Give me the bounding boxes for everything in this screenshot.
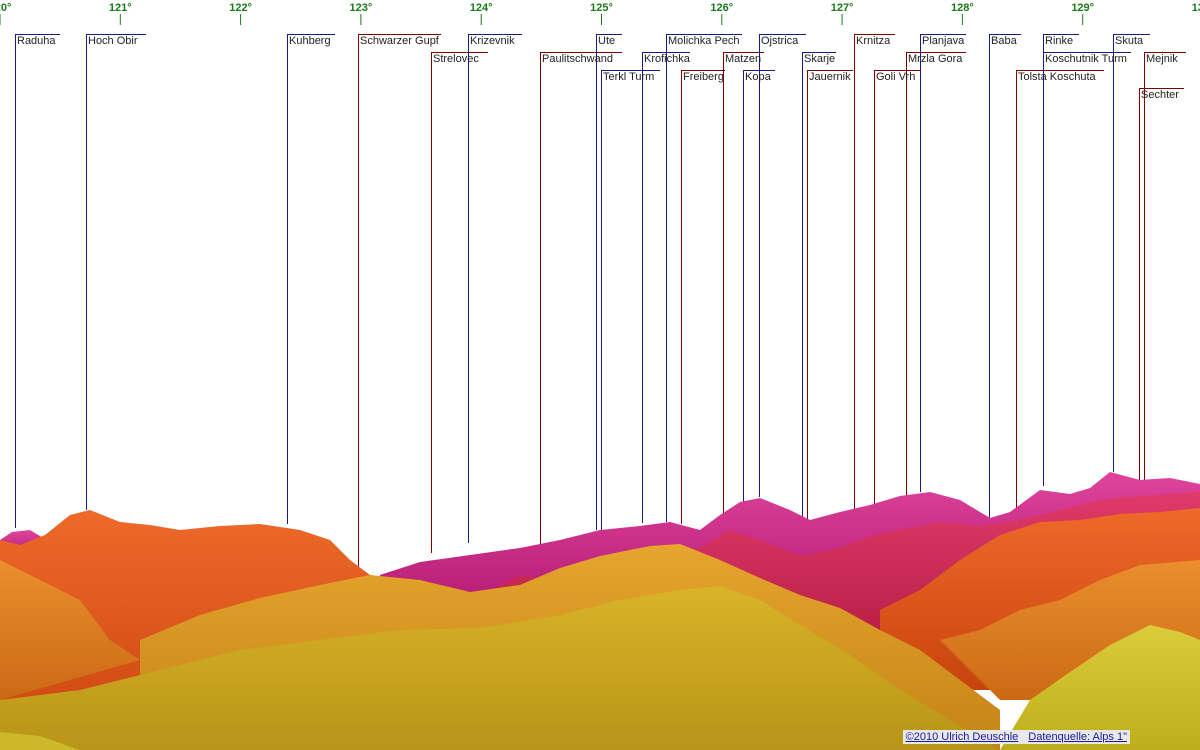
degree-label: 123°	[350, 2, 373, 14]
degree-label: 128°	[951, 2, 974, 14]
copyright-link[interactable]: ©2010 Ulrich Deuschle	[906, 731, 1019, 743]
peak-label[interactable]: Skarje	[802, 53, 837, 66]
degree-label: 126°	[710, 2, 733, 14]
peak-label[interactable]: Strelovec	[431, 53, 481, 66]
peak-label[interactable]: Schwarzer Gupf	[358, 35, 441, 48]
data-source-link[interactable]: Datenquelle: Alps 1"	[1028, 731, 1127, 743]
peak-label[interactable]: Kopa	[743, 71, 773, 84]
panorama-canvas: 120° 121° 122° 123° 124° 125° 126° 127° 128° 129°…	[0, 2, 1200, 750]
degree-label: 129°	[1071, 2, 1094, 14]
peak-label[interactable]: Raduha	[15, 35, 58, 48]
degree-label: 127°	[831, 2, 854, 14]
peak-label[interactable]: Skuta	[1113, 35, 1145, 48]
peak-label[interactable]: Mrzla Gora	[906, 53, 964, 66]
peak-label[interactable]: Ute	[596, 35, 617, 48]
degree-label: 122°	[229, 2, 252, 14]
peak-label[interactable]: Paulitschwand	[540, 53, 615, 66]
longitude-axis: 120° 121° 122° 123° 124° 125° 126° 127° 128° 129°…	[0, 2, 1200, 25]
degree-label: 125°	[590, 2, 613, 14]
degree-label: 130°	[1192, 2, 1200, 14]
peak-label[interactable]: Sechter	[1139, 89, 1181, 102]
peak-label[interactable]: Matzen	[723, 53, 763, 66]
peak-label[interactable]: Krofichka	[642, 53, 692, 66]
peak-label[interactable]: Goli Vrh	[874, 71, 917, 84]
degree-label: 121°	[109, 2, 132, 14]
degree-label: 120°	[0, 2, 11, 14]
peak-label[interactable]: Molichka Pech	[666, 35, 742, 48]
peak-label[interactable]: Baba	[989, 35, 1019, 48]
peak-label[interactable]: Terkl Turm	[601, 71, 656, 84]
peak-label[interactable]: Koschutnik Turm	[1043, 53, 1129, 66]
peak-label[interactable]: Planjava	[920, 35, 966, 48]
peak-label[interactable]: Hoch Obir	[86, 35, 140, 48]
peak-label[interactable]: Rinke	[1043, 35, 1075, 48]
peak-label[interactable]: Ojstrica	[759, 35, 800, 48]
peak-label[interactable]: Jauernik	[807, 71, 853, 84]
peak-label[interactable]: Kuhberg	[287, 35, 333, 48]
peak-label[interactable]: Krizevnik	[468, 35, 517, 48]
peak-label[interactable]: Tolsta Koschuta	[1016, 71, 1098, 84]
peak-label[interactable]: Krnitza	[854, 35, 892, 48]
peak-label[interactable]: Mejnik	[1144, 53, 1180, 66]
peak-label[interactable]: Freiberg	[681, 71, 726, 84]
credits-bar: ©2010 Ulrich Deuschle Datenquelle: Alps …	[902, 730, 1130, 744]
degree-label: 124°	[470, 2, 493, 14]
